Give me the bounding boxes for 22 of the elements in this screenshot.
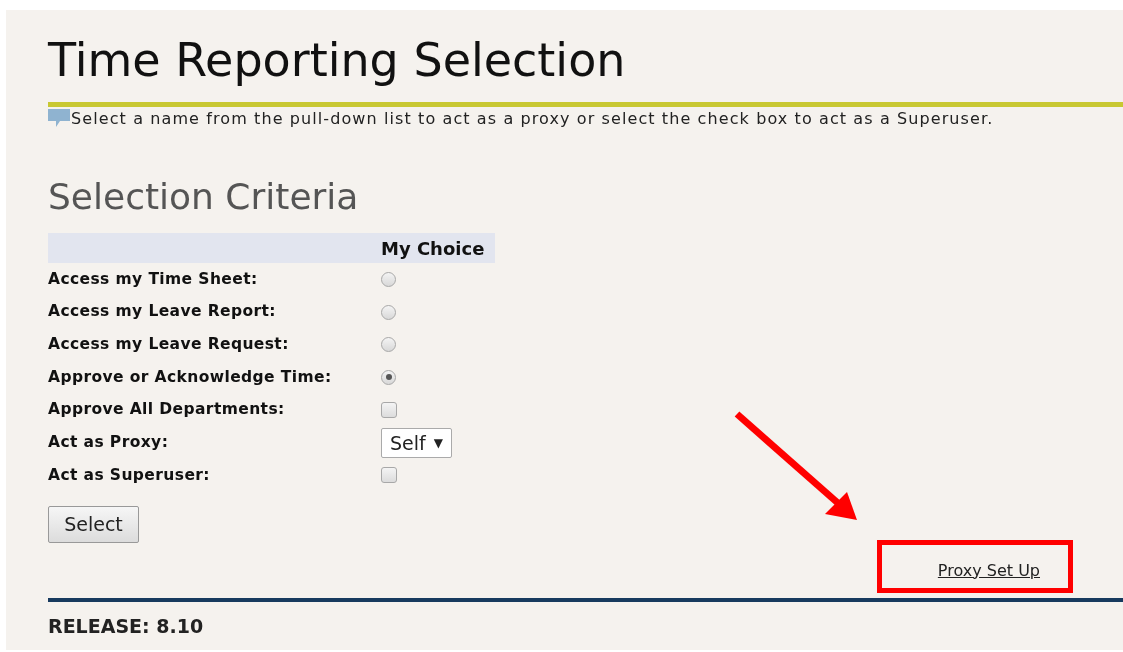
radio-button[interactable]	[381, 337, 396, 353]
checkbox[interactable]	[381, 467, 397, 484]
speech-bubble-icon	[48, 109, 70, 127]
proxy-setup-link[interactable]: Proxy Set Up	[937, 558, 1040, 583]
select-button[interactable]: Select	[48, 505, 139, 543]
row-label: Access my Leave Request:	[48, 334, 290, 356]
row-label: Act as Proxy:	[48, 432, 170, 454]
radio-button[interactable]	[381, 369, 396, 385]
column-header: My Choice	[381, 236, 485, 261]
radio-button[interactable]	[381, 304, 396, 320]
page-title: Time Reporting Selection	[48, 32, 627, 88]
checkbox[interactable]	[381, 402, 397, 419]
info-text: Select a name from the pull-down list to act as a proxy or select the check box to act as a Superuser.	[71, 109, 994, 129]
row-label: Approve All Departments:	[48, 399, 286, 421]
row-label: Access my Time Sheet:	[48, 268, 259, 290]
row-label: Act as Superuser:	[48, 464, 211, 486]
row-label: Approve or Acknowledge Time:	[48, 366, 333, 388]
row-label: Access my Leave Report:	[48, 301, 277, 323]
proxy-dropdown[interactable]: Self ▼	[381, 427, 452, 458]
release-label: RELEASE: 8.10	[48, 613, 205, 639]
section-title: Selection Criteria	[48, 175, 360, 219]
radio-button[interactable]	[381, 271, 396, 287]
